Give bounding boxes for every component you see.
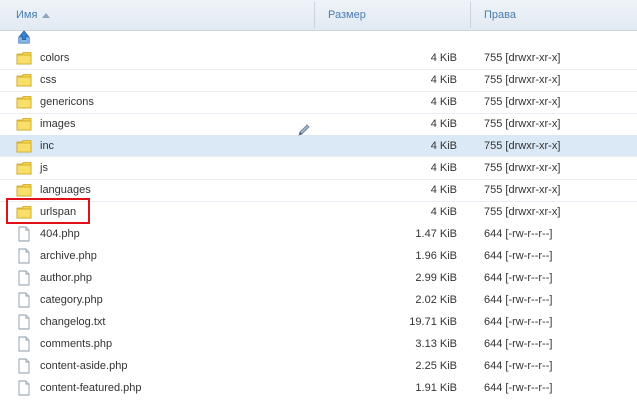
file-name[interactable]: colors [40,47,69,69]
column-divider[interactable] [314,2,315,28]
file-name[interactable]: content-featured.php [40,377,142,399]
column-header-permissions[interactable]: Права [484,0,516,30]
highlight-annotation [6,198,90,224]
column-header-name-label: Имя [16,9,38,21]
file-size: 4 KiB [430,140,457,152]
folder-row[interactable]: genericons 4 KiB 755 [drwxr-xr-x] [0,91,637,114]
file-name[interactable]: category.php [40,289,103,311]
folder-row[interactable]: css 4 KiB 755 [drwxr-xr-x] [0,69,637,92]
file-size: 2.99 KiB [415,272,457,284]
column-header-name[interactable]: Имя [16,0,314,30]
file-size: 4 KiB [430,118,457,130]
folder-icon [16,118,32,131]
file-size: 3.13 KiB [415,338,457,350]
folder-icon [16,162,32,175]
file-permissions: 755 [drwxr-xr-x] [484,74,561,86]
file-row[interactable]: archive.php 1.96 KiB 644 [-rw-r--r--] [0,245,637,267]
file-size: 2.02 KiB [415,294,457,306]
file-permissions: 755 [drwxr-xr-x] [484,118,561,130]
file-row[interactable]: author.php 2.99 KiB 644 [-rw-r--r--] [0,267,637,289]
folder-icon [16,96,32,109]
file-size: 4 KiB [430,52,457,64]
folder-row[interactable]: inc 4 KiB 755 [drwxr-xr-x] [0,135,637,157]
folder-icon [16,140,32,153]
up-folder-icon[interactable] [16,30,32,44]
file-row[interactable]: comments.php 3.13 KiB 644 [-rw-r--r--] [0,333,637,355]
folder-row[interactable]: js 4 KiB 755 [drwxr-xr-x] [0,157,637,180]
sort-ascending-icon [42,12,51,18]
file-name[interactable]: comments.php [40,333,112,355]
file-permissions: 755 [drwxr-xr-x] [484,52,561,64]
file-name[interactable]: js [40,157,48,179]
file-name[interactable]: changelog.txt [40,311,105,333]
file-size: 4 KiB [430,206,457,218]
parent-directory-row[interactable] [0,27,637,49]
file-size: 19.71 KiB [409,316,457,328]
file-size: 4 KiB [430,162,457,174]
file-permissions: 755 [drwxr-xr-x] [484,184,561,196]
file-icon [18,226,30,242]
file-row[interactable]: 404.php 1.47 KiB 644 [-rw-r--r--] [0,223,637,245]
file-permissions: 644 [-rw-r--r--] [484,228,553,240]
file-permissions: 755 [drwxr-xr-x] [484,162,561,174]
file-size: 1.96 KiB [415,250,457,262]
file-icon [18,380,30,396]
file-row[interactable]: changelog.txt 19.71 KiB 644 [-rw-r--r--] [0,311,637,333]
file-size: 1.47 KiB [415,228,457,240]
folder-icon [16,184,32,197]
column-header-size[interactable]: Размер [328,0,366,30]
file-icon [18,248,30,264]
file-permissions: 644 [-rw-r--r--] [484,360,553,372]
file-name[interactable]: inc [40,135,54,157]
file-row[interactable]: category.php 2.02 KiB 644 [-rw-r--r--] [0,289,637,311]
folder-row[interactable]: images 4 KiB 755 [drwxr-xr-x] [0,113,637,136]
folder-row[interactable]: languages 4 KiB 755 [drwxr-xr-x] [0,179,637,202]
file-row[interactable]: content-aside.php 2.25 KiB 644 [-rw-r--r--… [0,355,637,377]
file-icon [18,292,30,308]
file-permissions: 644 [-rw-r--r--] [484,294,553,306]
pencil-icon[interactable] [297,123,311,137]
column-header-permissions-label: Права [484,9,516,21]
file-permissions: 644 [-rw-r--r--] [484,338,553,350]
file-name[interactable]: archive.php [40,245,97,267]
file-name[interactable]: images [40,113,75,135]
folder-icon [16,74,32,87]
file-row[interactable]: content-featured.php 1.91 KiB 644 [-rw-r--… [0,377,637,399]
file-size: 1.91 KiB [415,382,457,394]
file-name[interactable]: genericons [40,91,94,113]
file-permissions: 755 [drwxr-xr-x] [484,206,561,218]
file-permissions: 755 [drwxr-xr-x] [484,96,561,108]
file-icon [18,358,30,374]
file-name[interactable]: css [40,69,57,91]
file-permissions: 644 [-rw-r--r--] [484,382,553,394]
file-name[interactable]: content-aside.php [40,355,127,377]
file-size: 4 KiB [430,184,457,196]
file-size: 4 KiB [430,74,457,86]
file-icon [18,270,30,286]
file-size: 4 KiB [430,96,457,108]
file-name[interactable]: 404.php [40,223,80,245]
file-name[interactable]: author.php [40,267,92,289]
folder-row[interactable]: colors 4 KiB 755 [drwxr-xr-x] [0,47,637,70]
file-permissions: 644 [-rw-r--r--] [484,316,553,328]
file-permissions: 644 [-rw-r--r--] [484,250,553,262]
folder-row[interactable]: urlspan 4 KiB 755 [drwxr-xr-x] [0,201,637,223]
file-icon [18,314,30,330]
file-icon [18,336,30,352]
file-permissions: 755 [drwxr-xr-x] [484,140,561,152]
column-divider[interactable] [470,2,471,28]
column-header-size-label: Размер [328,9,366,21]
file-size: 2.25 KiB [415,360,457,372]
file-permissions: 644 [-rw-r--r--] [484,272,553,284]
folder-icon [16,52,32,65]
